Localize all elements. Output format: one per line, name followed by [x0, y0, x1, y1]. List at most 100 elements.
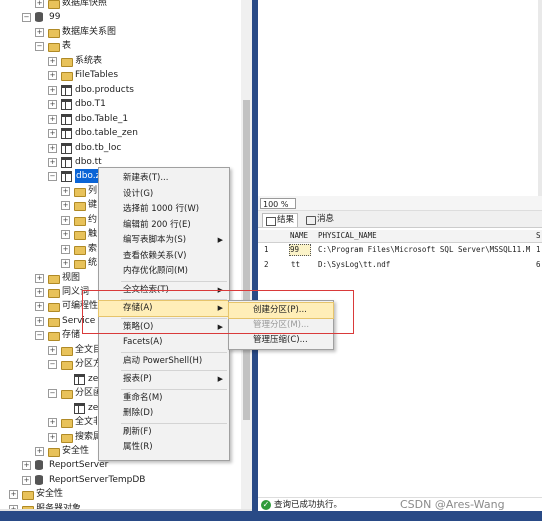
expand-icon[interactable]: + [48, 56, 57, 66]
expand-icon[interactable]: + [35, 316, 44, 326]
expand-icon[interactable]: + [48, 143, 57, 153]
expand-icon[interactable]: + [61, 201, 70, 211]
folder-icon [74, 216, 86, 226]
expand-icon[interactable]: + [48, 100, 57, 110]
database-icon [35, 12, 43, 23]
context-menu-item[interactable]: 存储(A) ▶ [98, 300, 230, 317]
tree-node[interactable]: + ReportServerTempDB [0, 473, 240, 487]
tree-node[interactable]: + 安全性 [0, 487, 240, 501]
expand-icon[interactable]: + [48, 157, 57, 167]
context-menu-item[interactable]: Facets(A) [99, 335, 229, 350]
expand-icon[interactable]: + [61, 215, 70, 225]
tree-node[interactable]: + 服务器对象 [0, 502, 240, 509]
expand-icon[interactable]: + [22, 461, 31, 471]
context-menu-item[interactable]: 重命名(M) [99, 391, 229, 406]
menu-item-label: 内存优化顾问(M) [123, 266, 188, 276]
context-menu-item[interactable]: 删除(D) [99, 406, 229, 421]
context-menu-item[interactable]: 启动 PowerShell(H) [99, 354, 229, 369]
table-icon [61, 99, 72, 111]
submenu-item[interactable]: 创建分区(P)... [228, 302, 334, 319]
submenu-item[interactable]: 管理压缩(C)... [229, 333, 333, 348]
tab-results[interactable]: 结果 [262, 213, 299, 227]
explorer-scrollbar-thumb[interactable] [243, 100, 250, 420]
expand-icon[interactable]: + [48, 418, 57, 428]
context-menu-item[interactable]: 属性(R) [99, 440, 229, 455]
context-menu-item[interactable]: 选择前 1000 行(W) [99, 202, 229, 217]
tree-node[interactable]: + FileTables [0, 68, 240, 82]
expand-icon[interactable]: + [22, 475, 31, 485]
grid-cell[interactable]: 99 [289, 244, 311, 256]
tree-node-label: 系统表 [75, 55, 103, 66]
tree-node[interactable]: + dbo.tb_loc [0, 141, 240, 155]
editor-scrollbar[interactable] [538, 0, 542, 196]
tree-node[interactable]: + 系统表 [0, 54, 240, 68]
expand-icon[interactable]: + [35, 446, 44, 456]
tree-node-label: 存储 [62, 330, 81, 341]
expand-icon[interactable]: + [61, 186, 70, 196]
context-menu-item[interactable]: 内存优化顾问(M) [99, 264, 229, 279]
expand-icon[interactable]: + [48, 71, 57, 81]
tree-node[interactable]: + 数据库关系图 [0, 25, 240, 39]
grid-header-physical-name[interactable]: PHYSICAL_NAME [318, 230, 528, 242]
tree-node[interactable]: + dbo.Table_1 [0, 112, 240, 126]
expand-icon[interactable]: + [35, 288, 44, 297]
query-editor[interactable] [258, 0, 542, 196]
expand-icon[interactable]: + [48, 345, 57, 355]
expand-icon[interactable]: + [35, 27, 44, 37]
expand-icon[interactable]: + [48, 432, 57, 442]
context-menu-item[interactable]: 编辑前 200 行(E) [99, 218, 229, 233]
expand-icon[interactable]: + [48, 129, 57, 139]
context-menu-item[interactable]: 新建表(T)... [99, 171, 229, 186]
collapse-icon[interactable]: − [35, 331, 44, 341]
expand-icon[interactable]: + [9, 490, 18, 500]
tree-node[interactable]: − 表 [0, 39, 240, 53]
context-menu-item[interactable]: 策略(O) ▶ [99, 320, 229, 335]
grid-cell[interactable]: 1 [536, 244, 542, 256]
tree-node[interactable]: + dbo.products [0, 83, 240, 97]
collapse-icon[interactable]: − [35, 42, 44, 52]
menu-item-label: 存储(A) [123, 303, 153, 313]
submenu-arrow-icon: ▶ [217, 322, 223, 331]
tree-node[interactable]: + dbo.T1 [0, 97, 240, 111]
tree-node[interactable]: + 数据库快照 [0, 0, 240, 10]
expand-icon[interactable]: + [48, 85, 57, 95]
expand-icon[interactable]: + [35, 302, 44, 312]
expand-icon[interactable]: + [61, 259, 70, 269]
expand-icon[interactable]: + [35, 273, 44, 283]
context-menu-item[interactable]: 全文检索(T) ▶ [99, 283, 229, 298]
tree-node-label: 键 [88, 200, 98, 211]
folder-icon [48, 28, 60, 38]
context-menu-item[interactable]: 查看依赖关系(V) [99, 249, 229, 264]
folder-icon [61, 361, 73, 371]
context-menu-item[interactable]: 编写表脚本为(S) ▶ [99, 233, 229, 248]
menu-item-label: 重命名(M) [123, 392, 163, 403]
tree-node[interactable]: + dbo.table_zen [0, 126, 240, 140]
expand-icon[interactable]: + [48, 114, 57, 124]
grid-cell[interactable]: tt [291, 259, 311, 271]
zoom-select[interactable]: 100 % [260, 198, 296, 209]
menu-item-label: 属性(R) [123, 442, 153, 452]
grid-cell[interactable]: C:\Program Files\Microsoft SQL Server\MS… [318, 244, 530, 256]
tree-node-label: dbo.products [75, 84, 134, 95]
context-menu-item[interactable]: 设计(G) [99, 187, 229, 202]
menu-item-label: 报表(P) [123, 374, 152, 384]
grid-header-s[interactable]: S [536, 230, 542, 242]
expand-icon[interactable]: + [61, 230, 70, 240]
collapse-icon[interactable]: − [48, 360, 57, 370]
expand-icon[interactable]: + [61, 244, 70, 254]
menu-item-label: 新建表(T)... [123, 173, 169, 183]
collapse-icon[interactable]: − [22, 13, 31, 23]
expand-icon[interactable]: + [35, 0, 44, 8]
tree-node-label: 安全性 [62, 445, 90, 456]
collapse-icon[interactable]: − [48, 172, 57, 182]
database-icon [35, 474, 43, 485]
grid-header-name[interactable]: NAME [290, 230, 316, 242]
collapse-icon[interactable]: − [48, 389, 57, 399]
menu-item-label: 启动 PowerShell(H) [123, 355, 203, 366]
tree-node[interactable]: − 99 [0, 10, 240, 24]
grid-cell[interactable]: 6 [536, 259, 542, 271]
tab-messages[interactable]: 消息 [303, 213, 337, 226]
grid-cell[interactable]: D:\SysLog\tt.ndf [318, 259, 530, 271]
context-menu-item[interactable]: 报表(P) ▶ [99, 372, 229, 387]
context-menu-item[interactable]: 刷新(F) [99, 425, 229, 440]
